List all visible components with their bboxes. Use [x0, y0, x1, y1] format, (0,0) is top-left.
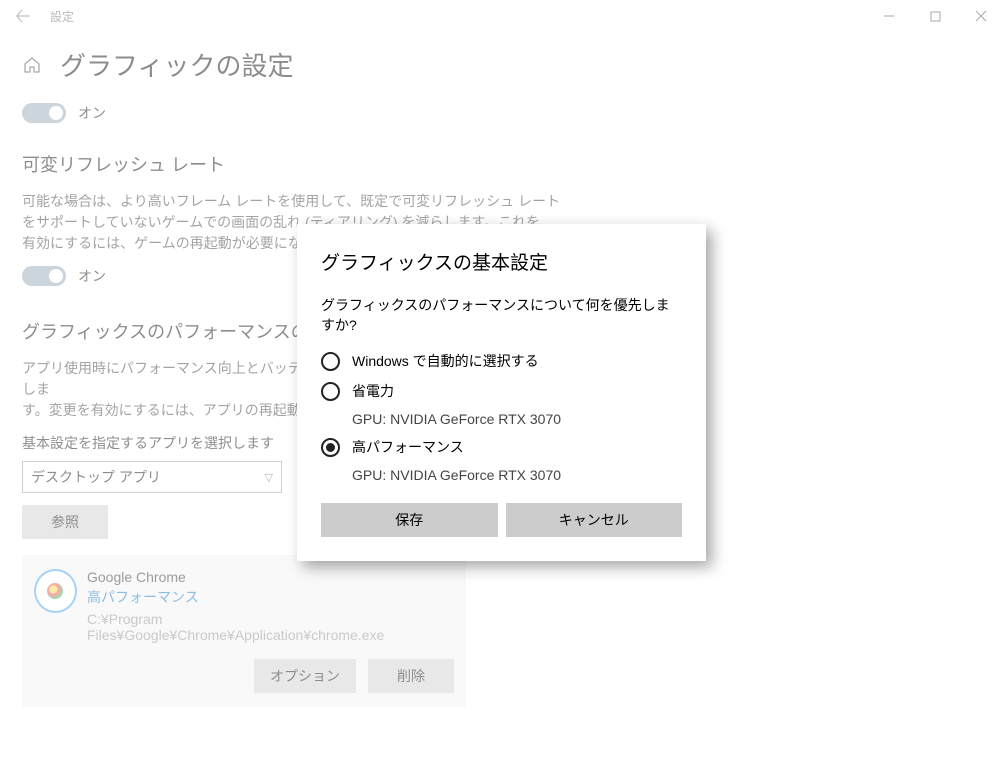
radio-option-high-performance[interactable]: 高パフォーマンス [321, 437, 682, 457]
save-button[interactable]: 保存 [321, 503, 498, 537]
cancel-button[interactable]: キャンセル [506, 503, 683, 537]
radio-option-auto[interactable]: Windows で自動的に選択する [321, 351, 682, 371]
dialog-subtitle: グラフィックスのパフォーマンスについて何を優先しますか? [321, 295, 682, 335]
radio-label: Windows で自動的に選択する [352, 351, 539, 371]
settings-window: 設定 グラフィックの設定 オン 可変リフレッシュ レート 可能な場合は、より高い… [0, 0, 1004, 766]
power-saving-gpu: GPU: NVIDIA GeForce RTX 3070 [352, 411, 682, 427]
radio-option-power-saving[interactable]: 省電力 [321, 381, 682, 401]
radio-label: 省電力 [352, 381, 394, 401]
radio-icon [321, 438, 340, 457]
high-performance-gpu: GPU: NVIDIA GeForce RTX 3070 [352, 467, 682, 483]
graphics-preference-dialog: グラフィックスの基本設定 グラフィックスのパフォーマンスについて何を優先しますか… [297, 224, 706, 561]
radio-icon [321, 382, 340, 401]
radio-label: 高パフォーマンス [352, 437, 464, 457]
dialog-title: グラフィックスの基本設定 [321, 248, 682, 275]
radio-icon [321, 352, 340, 371]
